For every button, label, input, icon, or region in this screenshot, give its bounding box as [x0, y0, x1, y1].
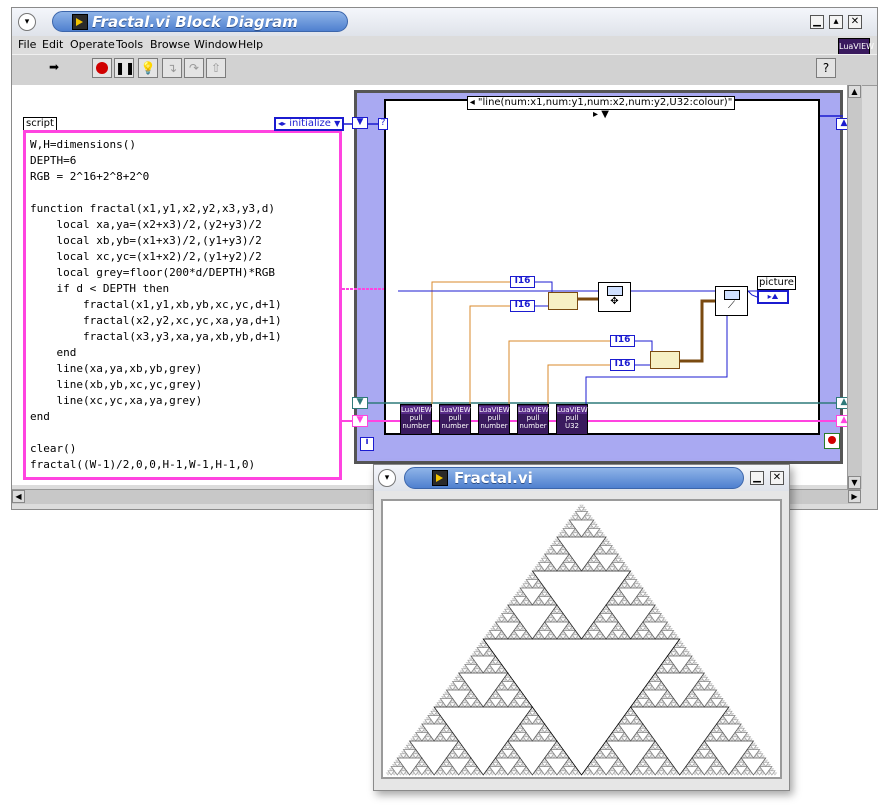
luaview-node-text: pull: [409, 414, 423, 422]
i16-convert-y2[interactable]: I16: [610, 359, 635, 371]
luaview-pull-node[interactable]: LuaVIEW pull number: [478, 404, 510, 435]
block-diagram-canvas[interactable]: script W,H=dimensions() DEPTH=6 RGB = 2^16…: [12, 85, 852, 485]
loop-index-terminal: i: [360, 437, 374, 451]
luaview-pull-node[interactable]: LuaVIEW pull U32: [556, 404, 588, 435]
fractal-title-bar[interactable]: ▾ Fractal.vi ▁ ✕: [374, 465, 789, 491]
move-pen-icon: ✥: [610, 296, 619, 307]
menu-browse[interactable]: Browse: [150, 38, 190, 51]
picture-indicator-terminal[interactable]: ▸⛰: [757, 290, 789, 304]
vertical-scrollbar[interactable]: ▲ ▼: [847, 85, 862, 489]
luaview-node-text: pull: [448, 414, 462, 422]
menu-operate[interactable]: Operate: [70, 38, 115, 51]
luaview-node-text: number: [519, 422, 547, 430]
step-into-button[interactable]: ↴: [162, 58, 182, 78]
window-menu-button[interactable]: ▾: [18, 13, 36, 31]
luaview-node-text: number: [480, 422, 508, 430]
minimize-button[interactable]: ▁: [810, 15, 824, 29]
menu-edit[interactable]: Edit: [42, 38, 63, 51]
menu-bar: File Edit Operate Tools Browse Window He…: [12, 36, 877, 54]
script-shift-register-left: ▼: [352, 415, 368, 427]
title-bar[interactable]: ▾ Fractal.vi Block Diagram ▁ ▴ ✕: [12, 8, 877, 37]
fractal-front-panel-window: ▾ Fractal.vi ▁ ✕: [373, 464, 790, 791]
vi-icon: [432, 470, 448, 486]
window-title: Fractal.vi Block Diagram: [92, 13, 298, 31]
loop-condition-terminal[interactable]: [824, 433, 840, 449]
scroll-left-arrow-icon[interactable]: ◀: [12, 490, 25, 503]
luaview-node-text: LuaVIEW: [557, 406, 588, 414]
menu-file[interactable]: File: [18, 38, 36, 51]
block-diagram-window: ▾ Fractal.vi Block Diagram ▁ ▴ ✕ File Ed…: [11, 7, 878, 510]
luaview-node-text: LuaVIEW: [479, 406, 510, 414]
luaview-pull-node[interactable]: LuaVIEW pull number: [439, 404, 471, 435]
draw-line-subvi[interactable]: ⟋: [715, 286, 748, 316]
luaview-node-text: number: [441, 422, 469, 430]
pause-button[interactable]: ❚❚: [114, 58, 135, 78]
fractal-window-title: Fractal.vi: [454, 469, 533, 487]
picture-label: picture: [757, 276, 796, 290]
picture-icon: [606, 286, 623, 296]
menu-window[interactable]: Window: [194, 38, 237, 51]
abort-button[interactable]: [92, 58, 112, 78]
step-over-button[interactable]: ↷: [184, 58, 204, 78]
enum-tunnel: ▼: [352, 117, 368, 129]
luaview-node-text: LuaVIEW: [401, 406, 432, 414]
case-selector-terminal: ?: [378, 118, 388, 130]
menu-help[interactable]: Help: [238, 38, 263, 51]
luaview-node-text: pull: [487, 414, 501, 422]
i16-convert-x2[interactable]: I16: [610, 335, 635, 347]
luaview-pull-node[interactable]: LuaVIEW pull number: [400, 404, 432, 435]
sierpinski-triangle: [385, 504, 778, 776]
picture-icon: [723, 290, 740, 300]
luaview-pull-node[interactable]: LuaVIEW pull number: [517, 404, 549, 435]
i16-convert-x1[interactable]: I16: [510, 276, 535, 288]
luaview-node-text: LuaVIEW: [440, 406, 471, 414]
luaview-node-text: U32: [564, 422, 580, 430]
stop-condition-icon: [828, 436, 836, 444]
bundle-point-1[interactable]: [548, 292, 578, 310]
luaview-node-text: LuaVIEW: [518, 406, 549, 414]
step-out-button[interactable]: ⇧: [206, 58, 226, 78]
scroll-down-arrow-icon[interactable]: ▼: [848, 476, 861, 489]
close-button[interactable]: ✕: [848, 15, 862, 29]
error-shift-register-left: ▼: [352, 397, 368, 409]
maximize-button[interactable]: ▴: [829, 15, 843, 29]
picture-control[interactable]: [381, 499, 782, 779]
move-pen-subvi[interactable]: ✥: [598, 282, 631, 312]
luaview-node-text: pull: [565, 414, 579, 422]
close-button[interactable]: ✕: [770, 471, 784, 485]
scroll-up-arrow-icon[interactable]: ▲: [848, 85, 861, 98]
stop-icon: [96, 62, 108, 74]
window-menu-button[interactable]: ▾: [378, 469, 396, 487]
i16-convert-y1[interactable]: I16: [510, 300, 535, 312]
menu-tools[interactable]: Tools: [116, 38, 143, 51]
scroll-right-arrow-icon[interactable]: ▶: [848, 490, 861, 503]
toolbar: ➡ ❚❚ 💡 ↴ ↷ ⇧ ?: [12, 54, 877, 86]
minimize-button[interactable]: ▁: [750, 471, 764, 485]
vi-icon: [72, 14, 88, 30]
highlight-execution-button[interactable]: 💡: [138, 58, 158, 78]
luaview-node-text: number: [402, 422, 430, 430]
draw-line-icon: ⟋: [728, 300, 735, 311]
bundle-point-2[interactable]: [650, 351, 680, 369]
luaview-node-text: pull: [526, 414, 540, 422]
run-arrow-icon[interactable]: ➡: [44, 58, 64, 78]
help-button[interactable]: ?: [816, 58, 836, 78]
badge-line-1: LuaVIEW: [839, 42, 875, 51]
